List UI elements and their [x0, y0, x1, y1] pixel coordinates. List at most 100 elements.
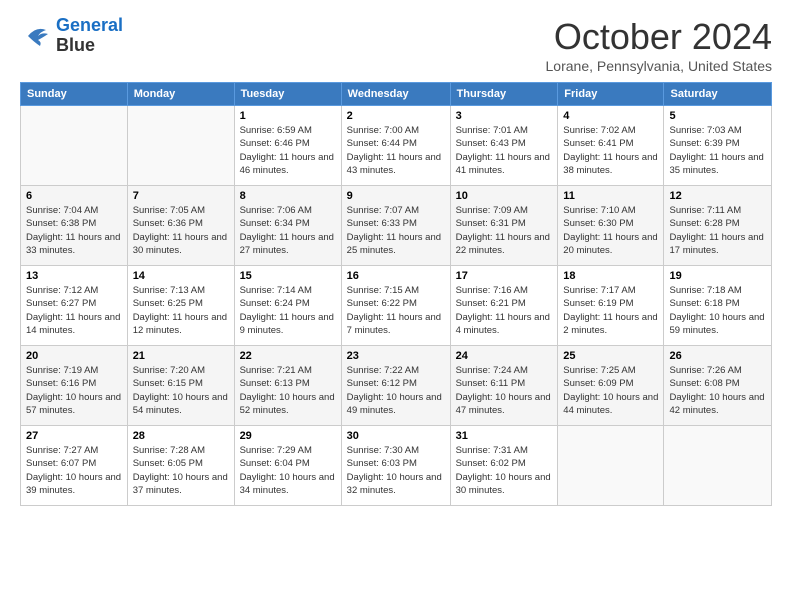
logo-text: GeneralBlue [56, 16, 123, 56]
day-number: 26 [669, 350, 766, 362]
day-info: Sunrise: 7:12 AMSunset: 6:27 PMDaylight:… [26, 284, 122, 337]
day-cell: 28 Sunrise: 7:28 AMSunset: 6:05 PMDayligh… [127, 426, 234, 506]
calendar-table: SundayMondayTuesdayWednesdayThursdayFrid… [20, 82, 772, 506]
day-info: Sunrise: 7:28 AMSunset: 6:05 PMDaylight:… [133, 444, 229, 497]
day-info: Sunrise: 7:31 AMSunset: 6:02 PMDaylight:… [456, 444, 553, 497]
day-number: 22 [240, 350, 336, 362]
day-info: Sunrise: 7:29 AMSunset: 6:04 PMDaylight:… [240, 444, 336, 497]
weekday-monday: Monday [127, 83, 234, 106]
day-number: 17 [456, 270, 553, 282]
day-info: Sunrise: 7:14 AMSunset: 6:24 PMDaylight:… [240, 284, 336, 337]
location: Lorane, Pennsylvania, United States [546, 58, 772, 74]
day-info: Sunrise: 7:17 AMSunset: 6:19 PMDaylight:… [563, 284, 658, 337]
day-info: Sunrise: 7:01 AMSunset: 6:43 PMDaylight:… [456, 124, 553, 177]
day-cell [21, 106, 128, 186]
day-info: Sunrise: 7:15 AMSunset: 6:22 PMDaylight:… [347, 284, 445, 337]
title-section: October 2024 Lorane, Pennsylvania, Unite… [546, 16, 772, 74]
day-cell: 20 Sunrise: 7:19 AMSunset: 6:16 PMDayligh… [21, 346, 128, 426]
week-row-0: 1 Sunrise: 6:59 AMSunset: 6:46 PMDaylight… [21, 106, 772, 186]
day-info: Sunrise: 7:27 AMSunset: 6:07 PMDaylight:… [26, 444, 122, 497]
day-cell: 24Sunrise: 7:24 AMSunset: 6:11 PMDayligh… [450, 346, 558, 426]
day-cell: 15 Sunrise: 7:14 AMSunset: 6:24 PMDayligh… [234, 266, 341, 346]
day-cell: 1 Sunrise: 6:59 AMSunset: 6:46 PMDaylight… [234, 106, 341, 186]
day-number: 4 [563, 110, 658, 122]
day-number: 28 [133, 430, 229, 442]
day-number: 30 [347, 430, 445, 442]
day-number: 15 [240, 270, 336, 282]
day-info: Sunrise: 7:30 AMSunset: 6:03 PMDaylight:… [347, 444, 445, 497]
day-cell: 17Sunrise: 7:16 AMSunset: 6:21 PMDayligh… [450, 266, 558, 346]
day-info: Sunrise: 7:06 AMSunset: 6:34 PMDaylight:… [240, 204, 336, 257]
day-info: Sunrise: 7:18 AMSunset: 6:18 PMDaylight:… [669, 284, 766, 337]
day-cell: 19Sunrise: 7:18 AMSunset: 6:18 PMDayligh… [664, 266, 772, 346]
day-info: Sunrise: 7:20 AMSunset: 6:15 PMDaylight:… [133, 364, 229, 417]
day-cell: 31 Sunrise: 7:31 AMSunset: 6:02 PMDayligh… [450, 426, 558, 506]
day-cell [664, 426, 772, 506]
day-cell: 22Sunrise: 7:21 AMSunset: 6:13 PMDayligh… [234, 346, 341, 426]
calendar-body: 1 Sunrise: 6:59 AMSunset: 6:46 PMDaylight… [21, 106, 772, 506]
day-number: 16 [347, 270, 445, 282]
day-cell: 25 Sunrise: 7:25 AMSunset: 6:09 PMDayligh… [558, 346, 664, 426]
week-row-2: 13Sunrise: 7:12 AMSunset: 6:27 PMDayligh… [21, 266, 772, 346]
day-info: Sunrise: 7:04 AMSunset: 6:38 PMDaylight:… [26, 204, 122, 257]
day-info: Sunrise: 7:22 AMSunset: 6:12 PMDaylight:… [347, 364, 445, 417]
day-cell: 13Sunrise: 7:12 AMSunset: 6:27 PMDayligh… [21, 266, 128, 346]
day-number: 7 [133, 190, 229, 202]
day-cell: 27 Sunrise: 7:27 AMSunset: 6:07 PMDayligh… [21, 426, 128, 506]
day-number: 21 [133, 350, 229, 362]
day-cell: 14 Sunrise: 7:13 AMSunset: 6:25 PMDayligh… [127, 266, 234, 346]
day-number: 18 [563, 270, 658, 282]
day-info: Sunrise: 7:05 AMSunset: 6:36 PMDaylight:… [133, 204, 229, 257]
day-info: Sunrise: 7:07 AMSunset: 6:33 PMDaylight:… [347, 204, 445, 257]
weekday-header-row: SundayMondayTuesdayWednesdayThursdayFrid… [21, 83, 772, 106]
week-row-4: 27 Sunrise: 7:27 AMSunset: 6:07 PMDayligh… [21, 426, 772, 506]
day-info: Sunrise: 7:02 AMSunset: 6:41 PMDaylight:… [563, 124, 658, 177]
day-info: Sunrise: 7:09 AMSunset: 6:31 PMDaylight:… [456, 204, 553, 257]
weekday-saturday: Saturday [664, 83, 772, 106]
day-number: 2 [347, 110, 445, 122]
day-info: Sunrise: 7:25 AMSunset: 6:09 PMDaylight:… [563, 364, 658, 417]
day-cell: 9 Sunrise: 7:07 AMSunset: 6:33 PMDaylight… [341, 186, 450, 266]
day-info: Sunrise: 7:10 AMSunset: 6:30 PMDaylight:… [563, 204, 658, 257]
week-row-1: 6 Sunrise: 7:04 AMSunset: 6:38 PMDaylight… [21, 186, 772, 266]
day-info: Sunrise: 7:13 AMSunset: 6:25 PMDaylight:… [133, 284, 229, 337]
day-info: Sunrise: 7:00 AMSunset: 6:44 PMDaylight:… [347, 124, 445, 177]
day-cell: 10 Sunrise: 7:09 AMSunset: 6:31 PMDayligh… [450, 186, 558, 266]
weekday-tuesday: Tuesday [234, 83, 341, 106]
day-number: 9 [347, 190, 445, 202]
day-info: Sunrise: 7:19 AMSunset: 6:16 PMDaylight:… [26, 364, 122, 417]
month-title: October 2024 [546, 16, 772, 58]
logo: GeneralBlue [20, 16, 123, 56]
day-cell: 3 Sunrise: 7:01 AMSunset: 6:43 PMDaylight… [450, 106, 558, 186]
day-cell: 18 Sunrise: 7:17 AMSunset: 6:19 PMDayligh… [558, 266, 664, 346]
day-number: 20 [26, 350, 122, 362]
day-cell: 26 Sunrise: 7:26 AMSunset: 6:08 PMDayligh… [664, 346, 772, 426]
week-row-3: 20 Sunrise: 7:19 AMSunset: 6:16 PMDayligh… [21, 346, 772, 426]
day-number: 3 [456, 110, 553, 122]
day-number: 6 [26, 190, 122, 202]
day-cell: 12Sunrise: 7:11 AMSunset: 6:28 PMDayligh… [664, 186, 772, 266]
day-number: 12 [669, 190, 766, 202]
logo-icon [20, 22, 52, 50]
day-number: 23 [347, 350, 445, 362]
day-cell: 23 Sunrise: 7:22 AMSunset: 6:12 PMDayligh… [341, 346, 450, 426]
day-cell: 8 Sunrise: 7:06 AMSunset: 6:34 PMDaylight… [234, 186, 341, 266]
day-number: 10 [456, 190, 553, 202]
day-number: 8 [240, 190, 336, 202]
day-number: 27 [26, 430, 122, 442]
day-number: 25 [563, 350, 658, 362]
day-cell: 2 Sunrise: 7:00 AMSunset: 6:44 PMDaylight… [341, 106, 450, 186]
day-cell: 11Sunrise: 7:10 AMSunset: 6:30 PMDayligh… [558, 186, 664, 266]
day-number: 31 [456, 430, 553, 442]
day-number: 1 [240, 110, 336, 122]
day-cell: 30 Sunrise: 7:30 AMSunset: 6:03 PMDayligh… [341, 426, 450, 506]
day-info: Sunrise: 6:59 AMSunset: 6:46 PMDaylight:… [240, 124, 336, 177]
day-info: Sunrise: 7:03 AMSunset: 6:39 PMDaylight:… [669, 124, 766, 177]
day-cell: 5 Sunrise: 7:03 AMSunset: 6:39 PMDaylight… [664, 106, 772, 186]
day-cell [558, 426, 664, 506]
day-number: 5 [669, 110, 766, 122]
weekday-sunday: Sunday [21, 83, 128, 106]
day-cell [127, 106, 234, 186]
day-number: 14 [133, 270, 229, 282]
day-info: Sunrise: 7:26 AMSunset: 6:08 PMDaylight:… [669, 364, 766, 417]
